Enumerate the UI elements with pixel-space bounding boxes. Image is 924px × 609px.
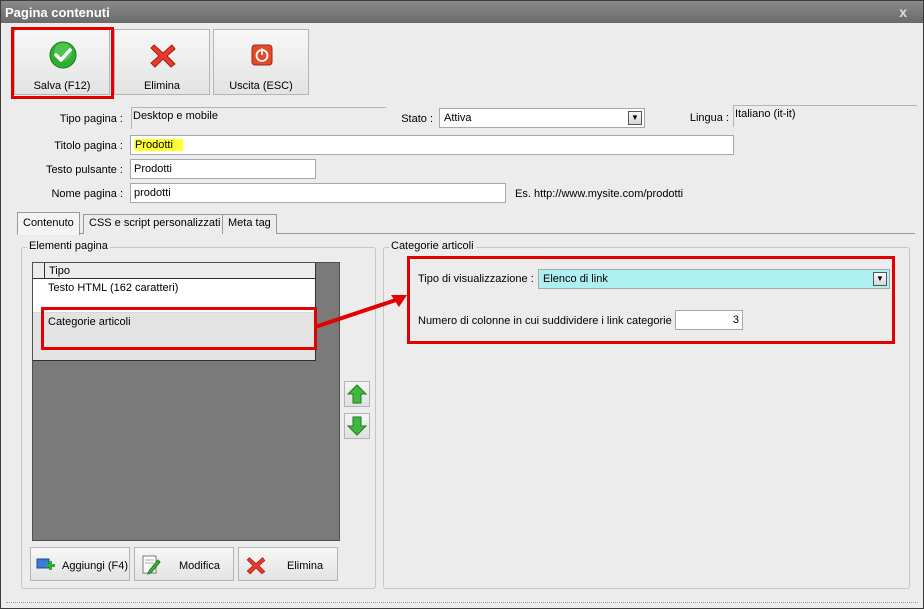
elementi-pagina-title: Elementi pagina (27, 240, 110, 252)
categories-highlight (407, 256, 895, 344)
exit-label: Uscita (ESC) (229, 80, 293, 92)
elements-grid[interactable]: Tipo Testo HTML (162 caratteri) Categori… (32, 262, 340, 541)
column-separator (315, 263, 316, 279)
arrow-down-icon (346, 416, 368, 436)
testo-pulsante-label: Testo pulsante : (45, 164, 123, 176)
save-highlight (11, 27, 114, 99)
delete-element-label: Elimina (287, 560, 324, 572)
move-down-button[interactable] (344, 413, 370, 439)
delete-x-icon (150, 44, 176, 68)
categorie-articoli-title: Categorie articoli (389, 240, 476, 252)
tab-meta-tag[interactable]: Meta tag (222, 214, 277, 234)
stato-value: Attiva (444, 112, 472, 124)
add-button[interactable]: Aggiungi (F4) (30, 547, 130, 581)
edit-label: Modifica (179, 560, 220, 572)
nome-pagina-label: Nome pagina : (51, 188, 123, 200)
move-up-button[interactable] (344, 381, 370, 407)
tab-contenuto[interactable]: Contenuto (17, 212, 80, 235)
title-bar: Pagina contenuti x (1, 1, 923, 23)
delete-button[interactable]: Elimina (114, 29, 210, 95)
row-highlight (41, 307, 317, 350)
row-header-corner (33, 263, 45, 279)
edit-icon (142, 555, 161, 575)
power-icon (251, 44, 273, 66)
add-label: Aggiungi (F4) (62, 560, 129, 572)
titolo-value: Prodotti (134, 139, 183, 151)
grid-header: Tipo (33, 263, 316, 279)
titolo-input[interactable]: Prodotti (130, 135, 734, 155)
add-item-icon (36, 558, 55, 570)
bottom-divider (6, 602, 918, 603)
close-icon[interactable]: x (899, 4, 907, 20)
tab-css-script[interactable]: CSS e script personalizzati (83, 214, 227, 234)
tipo-pagina-value: Desktop e mobile (131, 107, 386, 129)
chevron-down-icon[interactable]: ▼ (628, 111, 642, 125)
arrow-up-icon (346, 384, 368, 404)
tipo-pagina-label: Tipo pagina : (59, 113, 123, 125)
lingua-label: Lingua : (689, 112, 729, 124)
exit-button[interactable]: Uscita (ESC) (213, 29, 309, 95)
window-title: Pagina contenuti (5, 5, 110, 20)
url-example: Es. http://www.mysite.com/prodotti (515, 188, 684, 200)
annotation-arrow-icon (314, 295, 407, 329)
stato-label: Stato : (401, 113, 433, 125)
main-window: Pagina contenuti x Salva (F12) Elimina U… (0, 0, 924, 609)
delete-x-icon (246, 557, 266, 575)
titolo-label: Titolo pagina : (54, 140, 123, 152)
lingua-value: Italiano (it-it) (733, 105, 917, 127)
edit-button[interactable]: Modifica (134, 547, 234, 581)
delete-label: Elimina (143, 80, 181, 92)
nome-pagina-input[interactable]: prodotti (130, 183, 506, 203)
testo-pulsante-input[interactable]: Prodotti (130, 159, 316, 179)
row-label: Testo HTML (162 caratteri) (48, 282, 179, 294)
stato-select[interactable]: Attiva ▼ (439, 108, 645, 128)
delete-element-button[interactable]: Elimina (238, 547, 338, 581)
column-header-tipo: Tipo (49, 265, 70, 277)
